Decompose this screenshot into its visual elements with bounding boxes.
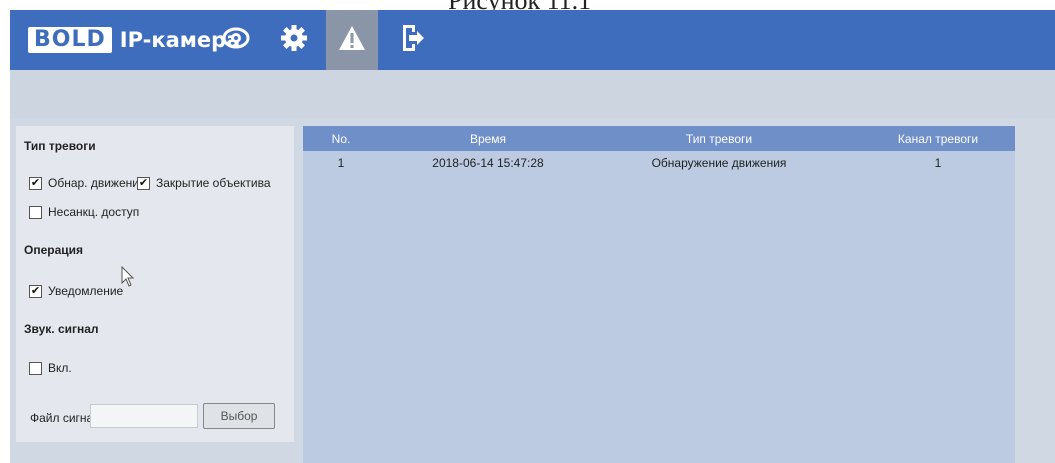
sound-signal-title: Звук. сигнал	[24, 322, 99, 336]
logo: BOLD IP-камера	[28, 24, 240, 56]
motion-detection-label: Обнар. движения	[48, 176, 146, 190]
column-header-time: Время	[469, 132, 507, 146]
alarm-button[interactable]	[326, 10, 378, 70]
sub-toolbar	[10, 70, 1055, 118]
notification-checkbox[interactable]: ✔ Уведомление	[29, 284, 123, 298]
alarm-log-table: No. Время Тип тревоги Канал тревоги 1 20…	[303, 126, 1015, 463]
sound-file-input[interactable]	[90, 404, 198, 428]
sound-enable-checkbox[interactable]: Вкл.	[29, 361, 72, 375]
eye-icon	[222, 24, 250, 57]
mouse-cursor-icon	[121, 265, 135, 293]
lens-covered-label: Закрытие объектива	[156, 176, 271, 190]
live-view-button[interactable]	[210, 10, 262, 70]
table-row[interactable]: 1 2018-06-14 15:47:28 Обнаружение движен…	[303, 151, 1015, 173]
sound-enable-label: Вкл.	[48, 361, 72, 375]
table-header: No. Время Тип тревоги Канал тревоги	[303, 126, 1015, 151]
cell-time: 2018-06-14 15:47:28	[432, 156, 544, 170]
column-header-type: Тип тревоги	[685, 132, 753, 146]
checkbox-box[interactable]: ✔	[29, 284, 42, 298]
alarm-type-title: Тип тревоги	[24, 139, 96, 153]
lens-covered-checkbox[interactable]: ✔ Закрытие объектива	[137, 176, 271, 190]
motion-detection-checkbox[interactable]: ✔ Обнар. движения	[29, 176, 145, 190]
operation-title: Операция	[24, 243, 84, 257]
column-header-channel: Канал тревоги	[897, 132, 979, 146]
settings-button[interactable]	[268, 10, 320, 70]
column-header-no: No.	[331, 132, 351, 146]
gear-icon	[280, 24, 308, 57]
checkbox-box[interactable]: ✔	[29, 176, 42, 190]
cell-channel: 1	[934, 156, 942, 170]
unauthorized-access-checkbox[interactable]: Несанкц. доступ	[29, 205, 139, 219]
exit-icon	[399, 23, 425, 58]
browse-button[interactable]: Выбор	[203, 403, 275, 429]
cell-type: Обнаружение движения	[651, 156, 787, 170]
checkbox-box[interactable]: ✔	[137, 176, 150, 190]
checkbox-box[interactable]	[29, 361, 42, 375]
brand-logo: BOLD	[28, 27, 112, 53]
unauthorized-access-label: Несанкц. доступ	[48, 205, 140, 219]
notification-label: Уведомление	[48, 284, 124, 298]
top-navigation-bar: BOLD IP-камера	[10, 10, 1055, 70]
warning-icon	[337, 24, 367, 57]
logout-button[interactable]	[386, 10, 438, 70]
checkbox-box[interactable]	[29, 205, 42, 219]
cell-no: 1	[337, 156, 345, 170]
